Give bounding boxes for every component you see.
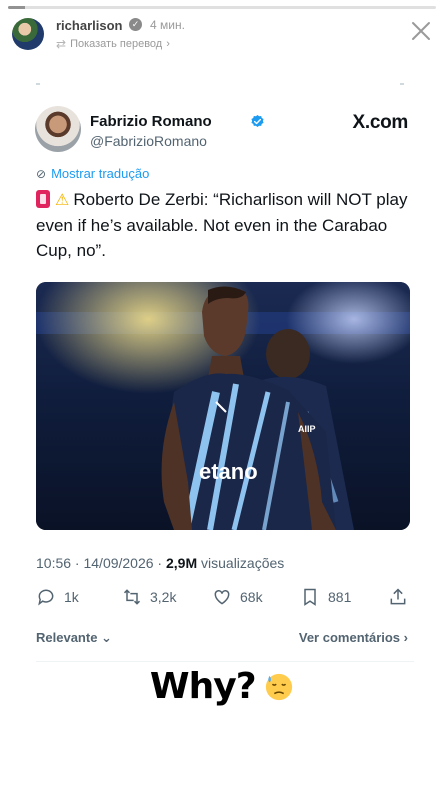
chevron-right-icon: ›	[403, 630, 408, 645]
relevance-filter-dropdown[interactable]: Relevante ⌄	[36, 630, 112, 646]
heart-icon	[214, 589, 230, 605]
verified-badge-icon	[251, 114, 264, 127]
story-header: richarlison ✓ 4 мин. ⇄ Показать перевод …	[0, 14, 444, 54]
bookmark-button[interactable]: 881	[300, 587, 351, 607]
divider-mark	[36, 83, 40, 85]
reply-filter-row: Relevante ⌄ Ver comentários ›	[36, 630, 408, 650]
bookmark-count: 881	[328, 589, 352, 605]
story-progress-bar	[8, 6, 436, 9]
reply-button[interactable]: 1k	[36, 587, 79, 607]
verified-icon: ✓	[129, 18, 142, 31]
translate-icon: ⇄	[56, 37, 67, 51]
tweet-photo[interactable]: etano AIIP	[36, 282, 410, 530]
relevance-filter-label: Relevante	[36, 630, 98, 645]
chevron-right-icon: ›	[166, 38, 170, 50]
translate-label: Показать перевод	[70, 38, 163, 50]
tweet-author: Fabrizio Romano @FabrizioRomano X.com	[35, 106, 408, 158]
share-icon	[390, 588, 406, 605]
warning-icon: ⚠	[55, 192, 70, 209]
share-button[interactable]	[388, 587, 408, 607]
story-caption: Why?	[0, 666, 444, 707]
author-avatar[interactable]	[35, 106, 81, 152]
bookmark-icon	[304, 588, 316, 606]
show-translation-link[interactable]: ⊘ Mostrar tradução	[36, 166, 149, 181]
caption-text: Why?	[149, 666, 257, 707]
reply-icon	[38, 589, 54, 606]
show-translation-label: Mostrar tradução	[51, 166, 150, 181]
translate-globe-icon: ⊘	[36, 166, 47, 181]
translate-link[interactable]: ⇄ Показать перевод ›	[56, 37, 170, 51]
svg-text:etano: etano	[199, 459, 258, 484]
tweet-actions: 1k 3,2k 68k 881	[36, 587, 408, 609]
chevron-down-icon: ⌄	[101, 630, 112, 645]
author-handle[interactable]: @FabrizioRomano	[90, 133, 207, 149]
tweet-text: Roberto De Zerbi: “Richarlison will NOT …	[36, 190, 408, 260]
divider	[36, 661, 414, 662]
story-progress-fill	[8, 6, 26, 9]
x-logo: X.com	[352, 112, 408, 133]
svg-text:AIIP: AIIP	[298, 424, 316, 434]
see-comments-link[interactable]: Ver comentários ›	[299, 630, 408, 645]
author-name[interactable]: Fabrizio Romano	[90, 113, 212, 130]
see-comments-label: Ver comentários	[298, 630, 401, 645]
divider-mark	[400, 83, 404, 85]
story-avatar[interactable]	[12, 18, 44, 50]
tweet-views: 2,9M	[166, 555, 198, 571]
like-button[interactable]: 68k	[212, 587, 263, 607]
tweet-text-block: ⚠ Roberto De Zerbi: “Richarlison will NOT…	[36, 187, 410, 263]
red-card-icon	[36, 190, 50, 208]
close-icon[interactable]	[410, 20, 432, 42]
story-time: 4 мин.	[150, 18, 185, 32]
downcast-sweat-face-icon	[265, 673, 293, 700]
repost-button[interactable]: 3,2k	[122, 587, 176, 607]
tweet-views-label: visualizações	[197, 555, 285, 571]
story-username[interactable]: richarlison	[56, 18, 122, 33]
tweet-timestamp[interactable]: 10:56 · 14/09/2026 ·	[36, 555, 166, 571]
repost-count: 3,2k	[150, 589, 177, 605]
reply-count: 1k	[64, 589, 79, 605]
repost-icon	[123, 589, 141, 605]
tweet-meta: 10:56 · 14/09/2026 · 2,9M visualizações	[36, 555, 284, 571]
like-count: 68k	[240, 589, 263, 605]
